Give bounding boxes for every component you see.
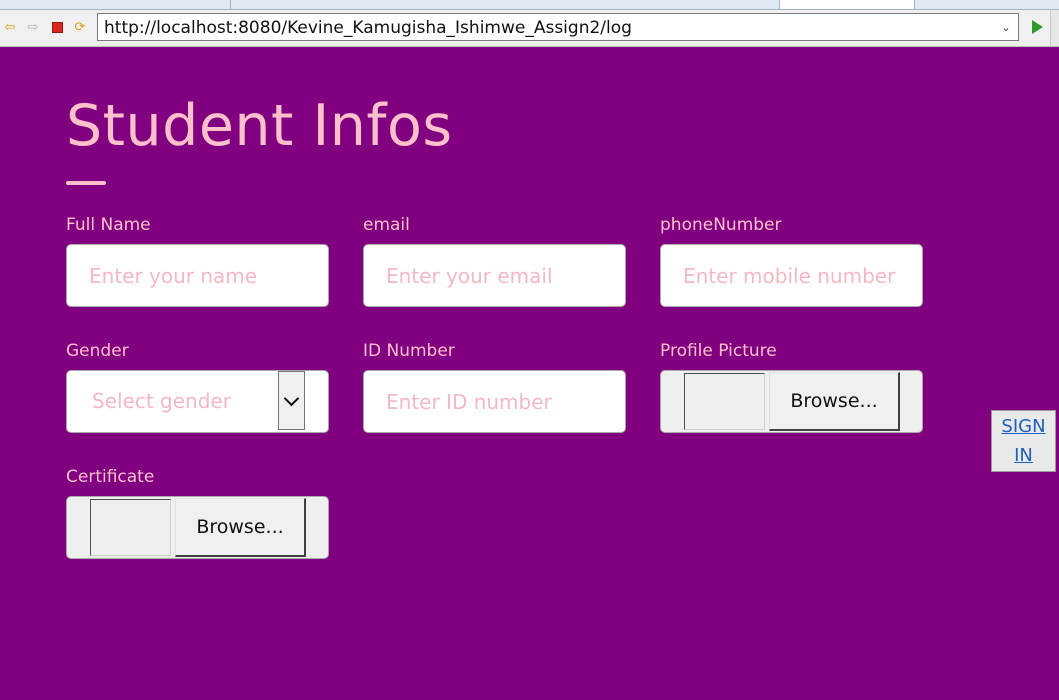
url-input[interactable] <box>104 18 984 38</box>
certificate-file-input[interactable]: Browse... <box>66 496 329 559</box>
full-name-box <box>66 244 329 307</box>
profile-picture-file-input[interactable]: Browse... <box>660 370 923 433</box>
file-name-display <box>90 499 171 556</box>
id-number-label: ID Number <box>363 341 455 361</box>
back-arrow-icon[interactable]: ⇦ <box>1 18 19 36</box>
phone-input[interactable] <box>683 245 915 306</box>
email-input[interactable] <box>386 245 618 306</box>
id-number-box <box>363 370 626 433</box>
browser-tab-active[interactable] <box>780 0 915 9</box>
file-name-display <box>684 373 765 430</box>
full-name-label: Full Name <box>66 215 151 235</box>
certificate-label: Certificate <box>66 467 155 487</box>
signin-box: SIGN IN <box>991 410 1056 472</box>
phone-label: phoneNumber <box>660 215 782 235</box>
browser-tab[interactable] <box>231 0 780 9</box>
refresh-icon[interactable]: ⟳ <box>71 18 89 36</box>
browser-tab[interactable] <box>915 0 1059 9</box>
certificate-browse-button[interactable]: Browse... <box>175 498 306 557</box>
toolbar-edge <box>1050 10 1059 46</box>
browser-tab[interactable] <box>0 0 231 9</box>
id-number-input[interactable] <box>386 371 618 432</box>
email-box <box>363 244 626 307</box>
gender-select-value: Select gender <box>92 389 231 413</box>
page-title: Student Infos <box>66 93 453 159</box>
gender-select[interactable]: Select gender <box>66 370 329 433</box>
profile-picture-browse-button[interactable]: Browse... <box>769 372 900 431</box>
stop-icon[interactable] <box>48 18 66 36</box>
select-dropdown-button[interactable] <box>278 371 305 430</box>
email-label: email <box>363 215 410 235</box>
profile-picture-label: Profile Picture <box>660 341 777 361</box>
browser-toolbar: ⇦ ⇨ ⟳ ⌄ <box>0 10 1059 47</box>
browser-tab-strip <box>0 0 1059 10</box>
full-name-input[interactable] <box>89 245 321 306</box>
forward-arrow-icon[interactable]: ⇨ <box>24 18 42 36</box>
phone-box <box>660 244 923 307</box>
gender-label: Gender <box>66 341 129 361</box>
signin-link[interactable]: SIGN IN <box>999 412 1049 470</box>
chevron-down-icon <box>283 390 300 406</box>
page-content: Student Infos Full Name email phoneNumbe… <box>0 47 1059 700</box>
address-bar[interactable]: ⌄ <box>97 13 1019 41</box>
go-play-icon[interactable] <box>1029 19 1045 35</box>
title-underline <box>66 181 106 185</box>
chevron-down-icon[interactable]: ⌄ <box>998 19 1014 35</box>
